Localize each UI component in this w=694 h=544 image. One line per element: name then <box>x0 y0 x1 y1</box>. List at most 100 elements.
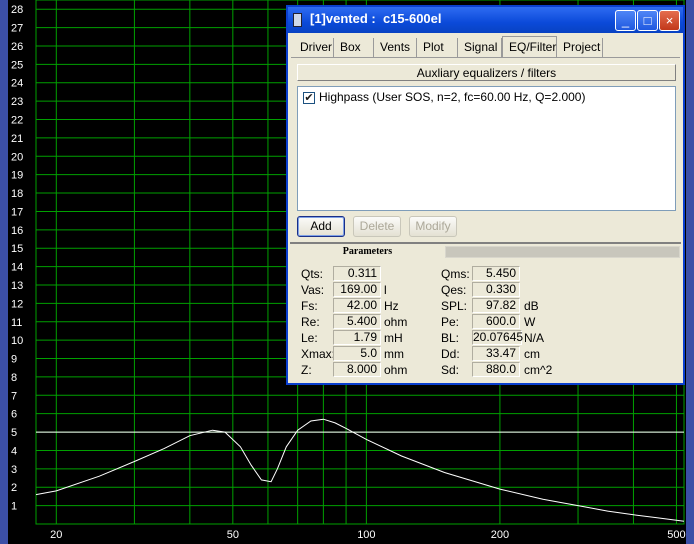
title-bar[interactable]: [1]vented : c15-600el _ □ × <box>288 7 683 33</box>
y-tick-label: 25 <box>11 59 23 71</box>
param-unit-spl: dB <box>524 299 539 313</box>
param-unit-xmax: mm <box>384 347 404 361</box>
param-label-dd: Dd: <box>441 347 460 361</box>
tab-vents[interactable]: Vents <box>374 38 417 57</box>
param-label-spl: SPL: <box>441 299 468 313</box>
param-label-qts: Qts: <box>301 267 324 281</box>
modify-button[interactable]: Modify <box>409 216 457 237</box>
y-tick-label: 20 <box>11 151 23 163</box>
panel-divider <box>290 242 681 244</box>
tab-driver[interactable]: Driver <box>294 38 334 57</box>
maximize-button[interactable]: □ <box>637 10 658 31</box>
tab-plot[interactable]: Plot <box>417 38 458 57</box>
y-tick-label: 13 <box>11 280 23 292</box>
close-button[interactable]: × <box>659 10 680 31</box>
parameters-heading: Parameters <box>342 246 393 257</box>
param-unit-bl: N/A <box>524 331 545 345</box>
y-tick-label: 12 <box>11 298 23 310</box>
param-value-qts: 0.311 <box>333 266 381 281</box>
y-tick-label: 27 <box>11 23 23 35</box>
param-value-qms: 5.450 <box>472 266 520 281</box>
y-tick-label: 5 <box>11 427 17 439</box>
tab-strip: Driver Box Vents Plot Signal EQ/Filter P… <box>291 36 680 58</box>
y-tick-label: 7 <box>11 390 17 402</box>
param-value-pe: 600.0 <box>472 314 520 329</box>
param-value-le: 1.79 <box>333 330 381 345</box>
param-label-bl: BL: <box>441 331 460 345</box>
y-tick-label: 17 <box>11 206 23 218</box>
param-label-qes: Qes: <box>441 283 467 297</box>
param-label-re: Re: <box>301 315 320 329</box>
y-tick-label: 23 <box>11 96 23 108</box>
tab-eq-filter[interactable]: EQ/Filter <box>502 36 557 58</box>
y-tick-label: 21 <box>11 133 23 145</box>
param-value-fs: 42.00 <box>333 298 381 313</box>
y-tick-label: 28 <box>11 4 23 16</box>
y-tick-label: 2 <box>11 482 17 494</box>
right-frame <box>686 0 694 544</box>
param-value-vas: 169.00 <box>333 282 381 297</box>
param-value-z: 8.000 <box>333 362 381 377</box>
x-tick-label: 500 <box>667 529 685 541</box>
y-tick-label: 9 <box>11 354 17 366</box>
param-value-qes: 0.330 <box>472 282 520 297</box>
y-tick-label: 24 <box>11 78 23 90</box>
y-tick-label: 15 <box>11 243 23 255</box>
param-label-pe: Pe: <box>441 315 460 329</box>
add-button[interactable]: Add <box>297 216 345 237</box>
param-label-z: Z: <box>301 363 312 377</box>
tab-project[interactable]: Project <box>557 38 603 57</box>
y-tick-label: 10 <box>11 335 23 347</box>
list-item[interactable]: Highpass (User SOS, n=2, fc=60.00 Hz, Q=… <box>319 90 585 104</box>
param-label-vas: Vas: <box>301 283 325 297</box>
param-label-qms: Qms: <box>441 267 470 281</box>
param-label-xmax: Xmax: <box>301 347 336 361</box>
param-unit-re: ohm <box>384 315 408 329</box>
y-tick-label: 16 <box>11 225 23 237</box>
left-frame <box>0 0 8 544</box>
x-tick-label: 50 <box>227 529 239 541</box>
filter-list[interactable]: ✔ Highpass (User SOS, n=2, fc=60.00 Hz, … <box>297 86 676 211</box>
param-unit-fs: Hz <box>384 299 399 313</box>
y-tick-label: 14 <box>11 262 23 274</box>
param-unit-z: ohm <box>384 363 408 377</box>
param-unit-dd: cm <box>524 347 540 361</box>
minimize-button[interactable]: _ <box>615 10 636 31</box>
x-tick-label: 100 <box>357 529 375 541</box>
y-tick-label: 1 <box>11 501 17 513</box>
param-label-fs: Fs: <box>301 299 318 313</box>
y-tick-label: 19 <box>11 170 23 182</box>
y-tick-label: 8 <box>11 372 17 384</box>
tab-divider <box>291 57 680 58</box>
y-tick-label: 22 <box>11 115 23 127</box>
window-title: [1]vented : c15-600el <box>310 11 442 26</box>
param-unit-sd: cm^2 <box>524 363 553 377</box>
param-label-sd: Sd: <box>441 363 460 377</box>
tab-box[interactable]: Box <box>334 38 374 57</box>
y-tick-label: 6 <box>11 409 17 421</box>
param-value-xmax: 5.0 <box>333 346 381 361</box>
y-tick-label: 26 <box>11 41 23 53</box>
param-unit-le: mH <box>384 331 403 345</box>
param-label-le: Le: <box>301 331 318 345</box>
param-value-spl: 97.82 <box>472 298 520 313</box>
x-tick-label: 20 <box>50 529 62 541</box>
param-unit-pe: W <box>524 315 536 329</box>
tab-signal[interactable]: Signal <box>458 38 502 57</box>
driver-window[interactable]: [1]vented : c15-600el _ □ × Driver Box V… <box>286 5 685 385</box>
param-value-re: 5.400 <box>333 314 381 329</box>
param-value-bl: 20.07645 <box>472 330 524 345</box>
aux-filters-header: Auxliary equalizers / filters <box>297 64 676 81</box>
filter-enabled-checkbox[interactable]: ✔ <box>303 92 315 104</box>
y-tick-label: 3 <box>11 464 17 476</box>
parameters-header-bar <box>445 246 680 258</box>
y-tick-label: 4 <box>11 445 17 457</box>
y-tick-label: 11 <box>11 317 22 329</box>
param-value-dd: 33.47 <box>472 346 520 361</box>
param-value-sd: 880.0 <box>472 362 520 377</box>
x-tick-label: 200 <box>491 529 509 541</box>
window-app-icon <box>293 13 302 27</box>
y-tick-label: 18 <box>11 188 23 200</box>
param-unit-vas: l <box>384 283 387 297</box>
delete-button[interactable]: Delete <box>353 216 401 237</box>
